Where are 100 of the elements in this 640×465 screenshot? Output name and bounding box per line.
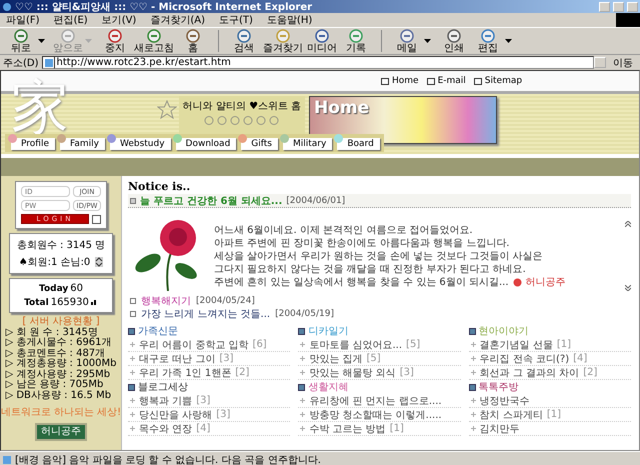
today-count: 60 — [70, 283, 83, 294]
post-title[interactable]: 맛있는 해물탕 외식 — [309, 366, 396, 380]
comment-count: [1] — [546, 409, 562, 420]
post-title[interactable]: 참치 스파게티 — [480, 408, 543, 422]
server-stat: ▷ 계정총용량 : 1000Mb — [5, 359, 117, 369]
notice-date: [2004/05/19] — [275, 308, 334, 318]
plus-icon — [300, 342, 306, 347]
notice-title[interactable]: 늘 푸르고 건강한 6월 되세요... — [140, 194, 282, 208]
toolbar-button[interactable]: 뒤로 — [4, 28, 38, 54]
remember-checkbox[interactable] — [92, 214, 101, 224]
header-link[interactable]: Sitemap — [474, 76, 522, 86]
plus-icon — [300, 356, 306, 361]
board-title[interactable]: 톡톡주방 — [478, 380, 519, 394]
header-link[interactable]: Home — [381, 76, 419, 86]
toolbar-button[interactable]: 홈 — [176, 28, 210, 54]
plus-icon — [300, 412, 306, 417]
post-title[interactable]: 결혼기념일 선물 — [480, 338, 553, 352]
notice-link[interactable]: 행복해지기 — [141, 294, 191, 308]
post-title[interactable]: 회선과 그 결과의 차이 — [480, 366, 580, 380]
server-status-title: [ 서버 사용현황 ] — [22, 317, 100, 328]
menu-item[interactable]: 편집(E) — [54, 13, 88, 27]
notice-date: [2004/05/24] — [196, 296, 255, 306]
plus-icon — [470, 412, 476, 417]
nav-tab[interactable]: Board — [337, 138, 380, 150]
post-title[interactable]: 행복과 기쁨 — [139, 394, 192, 408]
bullet-icon — [130, 310, 136, 316]
post-title[interactable]: 목수와 연장 — [139, 422, 192, 436]
plus-icon — [470, 426, 476, 431]
post-title[interactable]: 김치만두 — [480, 422, 520, 436]
post-title[interactable]: 방충망 청소할때는 이렇게..... — [309, 408, 442, 422]
post-title[interactable]: 우리 가족 1인 1핸폰 — [139, 366, 232, 380]
menu-item[interactable]: 도움말(H) — [266, 13, 312, 27]
nav-tab[interactable]: Webstudy — [110, 138, 171, 150]
window-title: ♡♡ ::: 얄티&피앙새 ::: ♡♡ - Microsoft Internet Explorer — [15, 0, 314, 14]
board-title[interactable]: 가족신문 — [138, 324, 178, 338]
today-label: Today — [39, 284, 68, 294]
header-link[interactable]: E-mail — [426, 76, 466, 86]
post-title[interactable]: 당신만을 사랑해 — [139, 408, 212, 422]
dropdown-arrow-icon[interactable] — [38, 39, 45, 43]
plus-icon — [470, 342, 476, 347]
post-title[interactable]: 맛있는 집게 — [309, 352, 363, 366]
site-tagline: 허니와 얄티의 ♥스위트 홈 — [182, 100, 302, 113]
nav-tab[interactable]: Family — [60, 138, 105, 150]
total-count: 165930 — [50, 297, 89, 308]
scroll-up-icon[interactable] — [625, 221, 631, 227]
notice-text: 아파트 주변에 핀 장미꽃 한송이에도 아름다움과 행복을 느낍니다. — [214, 237, 510, 250]
menu-item[interactable]: 즐겨찾기(A) — [150, 13, 205, 27]
post-title[interactable]: 우리집 전속 코디(?) — [480, 352, 570, 366]
link-icon — [381, 78, 389, 84]
post-title[interactable]: 수박 고르는 방법 — [309, 422, 386, 436]
chalkboard-banner[interactable]: 허니공주 — [35, 423, 87, 441]
menu-item[interactable]: 도구(T) — [219, 13, 253, 27]
post-title[interactable]: 냉정반국수 — [480, 394, 530, 408]
notice-heading: Notice is.. — [128, 180, 192, 194]
post-title[interactable]: 대구로 떠난 그이 — [139, 352, 216, 366]
toolbar-button[interactable]: 기록 — [339, 28, 373, 54]
toolbar-button[interactable]: 미디어 — [305, 28, 339, 54]
post-title[interactable]: 우리 어름이 중학교 입학 — [139, 338, 249, 352]
bar-chart-icon — [90, 299, 98, 305]
toolbar-button[interactable]: 새로고침 — [132, 28, 176, 54]
plus-icon — [300, 398, 306, 403]
nav-tab[interactable]: Gifts — [241, 138, 278, 150]
toolbar-button[interactable]: 메일 — [390, 28, 424, 54]
menu-item[interactable]: 파일(F) — [6, 13, 40, 27]
plus-icon — [300, 370, 306, 375]
plus-icon — [130, 426, 135, 431]
comment-count: [1] — [556, 339, 572, 350]
comment-count: [5] — [406, 339, 420, 350]
dropdown-arrow-icon[interactable] — [424, 39, 431, 43]
scroll-down-icon[interactable] — [625, 285, 631, 291]
dropdown-arrow-icon[interactable] — [505, 39, 512, 43]
board-icon — [468, 328, 476, 334]
status-text: [배경 음악] 음악 파일을 로딩 할 수 없습니다. 다음 곡을 연주합니다. — [15, 454, 321, 465]
post-title[interactable]: 토마토를 심었어요... — [309, 338, 402, 352]
menu-item[interactable]: 보기(V) — [102, 13, 136, 27]
scroll-arrows-icon[interactable] — [95, 257, 104, 267]
nav-tab[interactable]: Military — [283, 138, 332, 150]
server-stat: ▷ 회 원 수 : 3145명 — [5, 328, 98, 338]
post-title[interactable]: 유리창에 핀 먼지는 랩으로.... — [309, 394, 442, 408]
toolbar-button[interactable]: 인쇄 — [437, 28, 471, 54]
plus-icon — [300, 426, 306, 431]
comment-count: [2] — [235, 367, 250, 378]
link-icon — [474, 78, 482, 84]
board-title[interactable]: 블로그세상 — [138, 380, 188, 394]
notice-text: 세상을 살아가면서 우리가 원하는 것을 손에 넣는 것보다 그것들이 사실은 — [214, 250, 544, 263]
comment-count: [1] — [390, 423, 404, 434]
go-button[interactable]: 이동 — [609, 56, 637, 70]
toolbar-button[interactable]: 중지 — [98, 28, 132, 54]
toolbar-button[interactable]: 검색 — [227, 28, 261, 54]
notice-link[interactable]: 가장 느리게 느껴지는 것들... — [141, 306, 270, 320]
toolbar-button[interactable]: 편집 — [471, 28, 505, 54]
comment-count: [3] — [216, 409, 230, 420]
comment-count: [6] — [252, 339, 267, 350]
page-icon — [2, 454, 12, 464]
plus-icon — [470, 398, 476, 403]
address-field[interactable]: http://www.rotc23.pe.kr/estart.htm — [54, 56, 594, 69]
toolbar-button[interactable]: 즐겨찾기 — [261, 28, 305, 54]
board-title[interactable]: 생활지혜 — [308, 380, 348, 394]
nav-tab[interactable]: Download — [176, 138, 236, 150]
nav-tab[interactable]: Profile — [11, 138, 55, 150]
